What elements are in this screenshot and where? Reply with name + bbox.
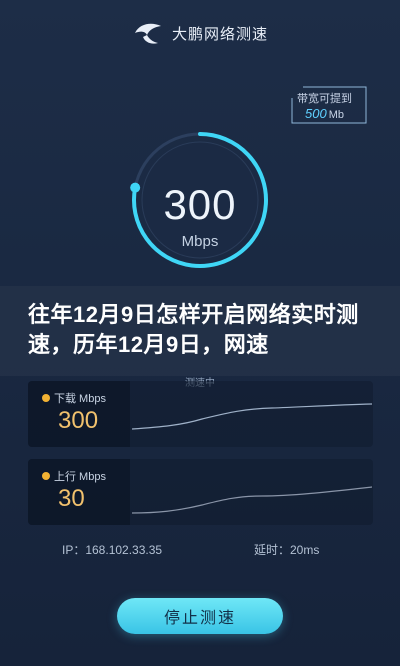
upload-label: 上行 Mbps [54,471,106,483]
app-title: 大鹏网络测速 [171,25,268,43]
download-label-row: 下载 Mbps [42,390,106,406]
bandwidth-badge: 带宽可提到 500 Mb [291,86,367,124]
download-value: 300 [58,407,99,434]
bird-logo-icon [134,23,161,44]
bandwidth-value-row: 500 Mb [305,106,344,121]
upload-chart [132,486,372,514]
upload-card: 上行 Mbps 30 [28,459,373,525]
upload-curve [132,486,372,514]
stop-test-button[interactable]: 停止测速 [117,598,283,634]
download-card: 下载 Mbps 300 [28,381,373,447]
bandwidth-unit: Mb [328,109,344,121]
upload-value: 30 [58,485,85,512]
headline-text: 往年12月9日怎样开启网络实时测速，历年12月9日，网速 [28,302,359,357]
download-label: 下载 Mbps [54,393,106,405]
app-header: 大鹏网络测速 [0,16,400,50]
download-dot-icon [42,394,50,402]
upload-dot-icon [42,472,50,480]
upload-label-row: 上行 Mbps [42,468,106,484]
download-chart [132,403,372,430]
gauge-speed-unit: Mbps [181,233,219,250]
gauge-speed-value: 300 [163,181,237,228]
bandwidth-value: 500 [305,106,327,121]
ip-address: IP：168.102.33.35 [62,543,163,557]
bandwidth-caption: 带宽可提到 [297,93,352,105]
latency-value: 延时：20ms [254,543,320,557]
download-curve [132,403,372,430]
